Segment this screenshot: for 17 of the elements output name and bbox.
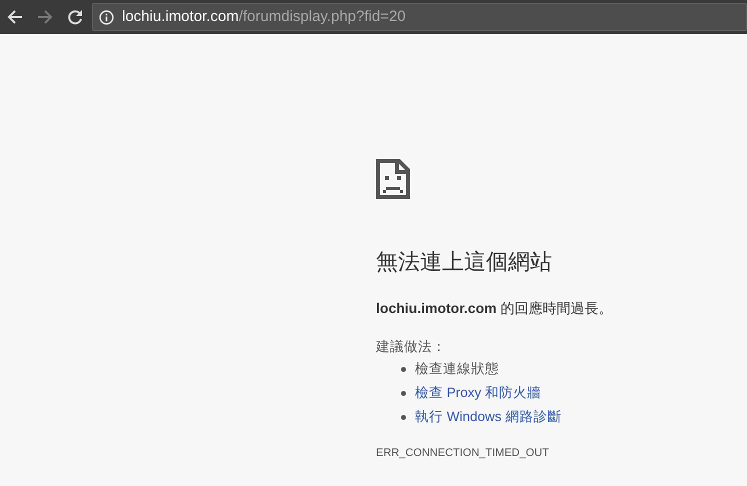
suggestion-link[interactable]: 檢查 Proxy 和防火牆: [415, 382, 542, 404]
bullet-icon: [401, 414, 406, 420]
left-arrow-icon[interactable]: [7, 9, 23, 25]
url-path: /forumdisplay.php?fid=20: [238, 6, 406, 27]
suggestion-link[interactable]: 執行 Windows 網路診斷: [415, 406, 562, 428]
error-message: lochiu.imotor.com 的回應時間過長。: [376, 298, 614, 318]
url-host: lochiu.imotor.com: [122, 6, 239, 27]
address-bar[interactable]: lochiu.imotor.com/forumdisplay.php?fid=20: [92, 3, 747, 31]
reload-icon[interactable]: [67, 9, 83, 25]
error-title: 無法連上這個網站: [376, 248, 553, 276]
info-icon[interactable]: [99, 10, 114, 24]
error-code: ERR_CONNECTION_TIMED_OUT: [376, 446, 550, 462]
bullet-icon: [401, 390, 406, 396]
suggestion-text: 檢查連線狀態: [415, 360, 499, 378]
suggestions-label: 建議做法：: [376, 338, 447, 356]
bullet-icon: [401, 366, 406, 372]
sad-page-icon: [376, 159, 410, 199]
